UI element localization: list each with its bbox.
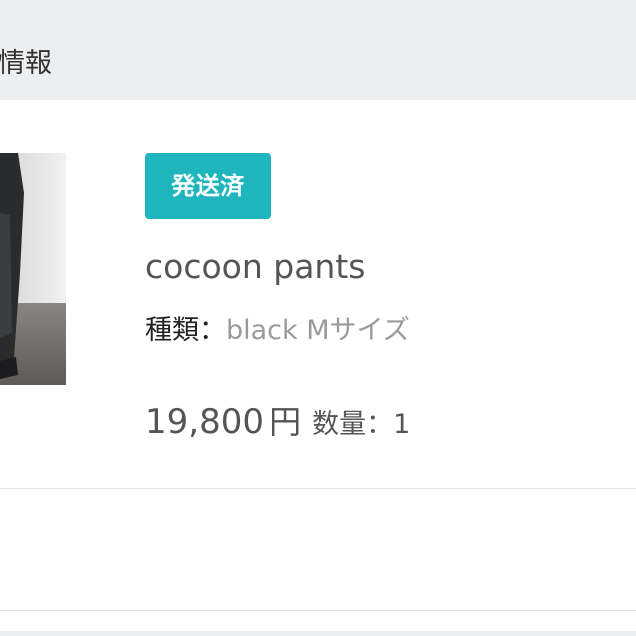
variant-value: black Mサイズ <box>226 315 410 346</box>
section-header: 情報 <box>0 0 636 100</box>
price-row: 19,800 円 数量：1 <box>145 400 410 447</box>
divider <box>0 488 636 489</box>
price-currency: 円 <box>269 403 302 441</box>
price-amount: 19,800 <box>145 402 264 442</box>
quantity-value: 1 <box>393 409 411 440</box>
product-name[interactable]: cocoon pants <box>145 246 365 288</box>
section-title: 情報 <box>0 48 52 79</box>
section-footer-strip <box>0 631 636 636</box>
quantity-label: 数量： <box>312 409 394 440</box>
order-item-page: 情報 発送済 cocoon pants 種類：black Mサイズ 19,800… <box>0 0 636 636</box>
product-thumbnail[interactable] <box>0 153 66 385</box>
variant-row: 種類：black Mサイズ <box>145 312 410 350</box>
variant-label: 種類： <box>145 315 226 346</box>
status-badge: 発送済 <box>145 153 271 219</box>
divider <box>0 610 636 611</box>
